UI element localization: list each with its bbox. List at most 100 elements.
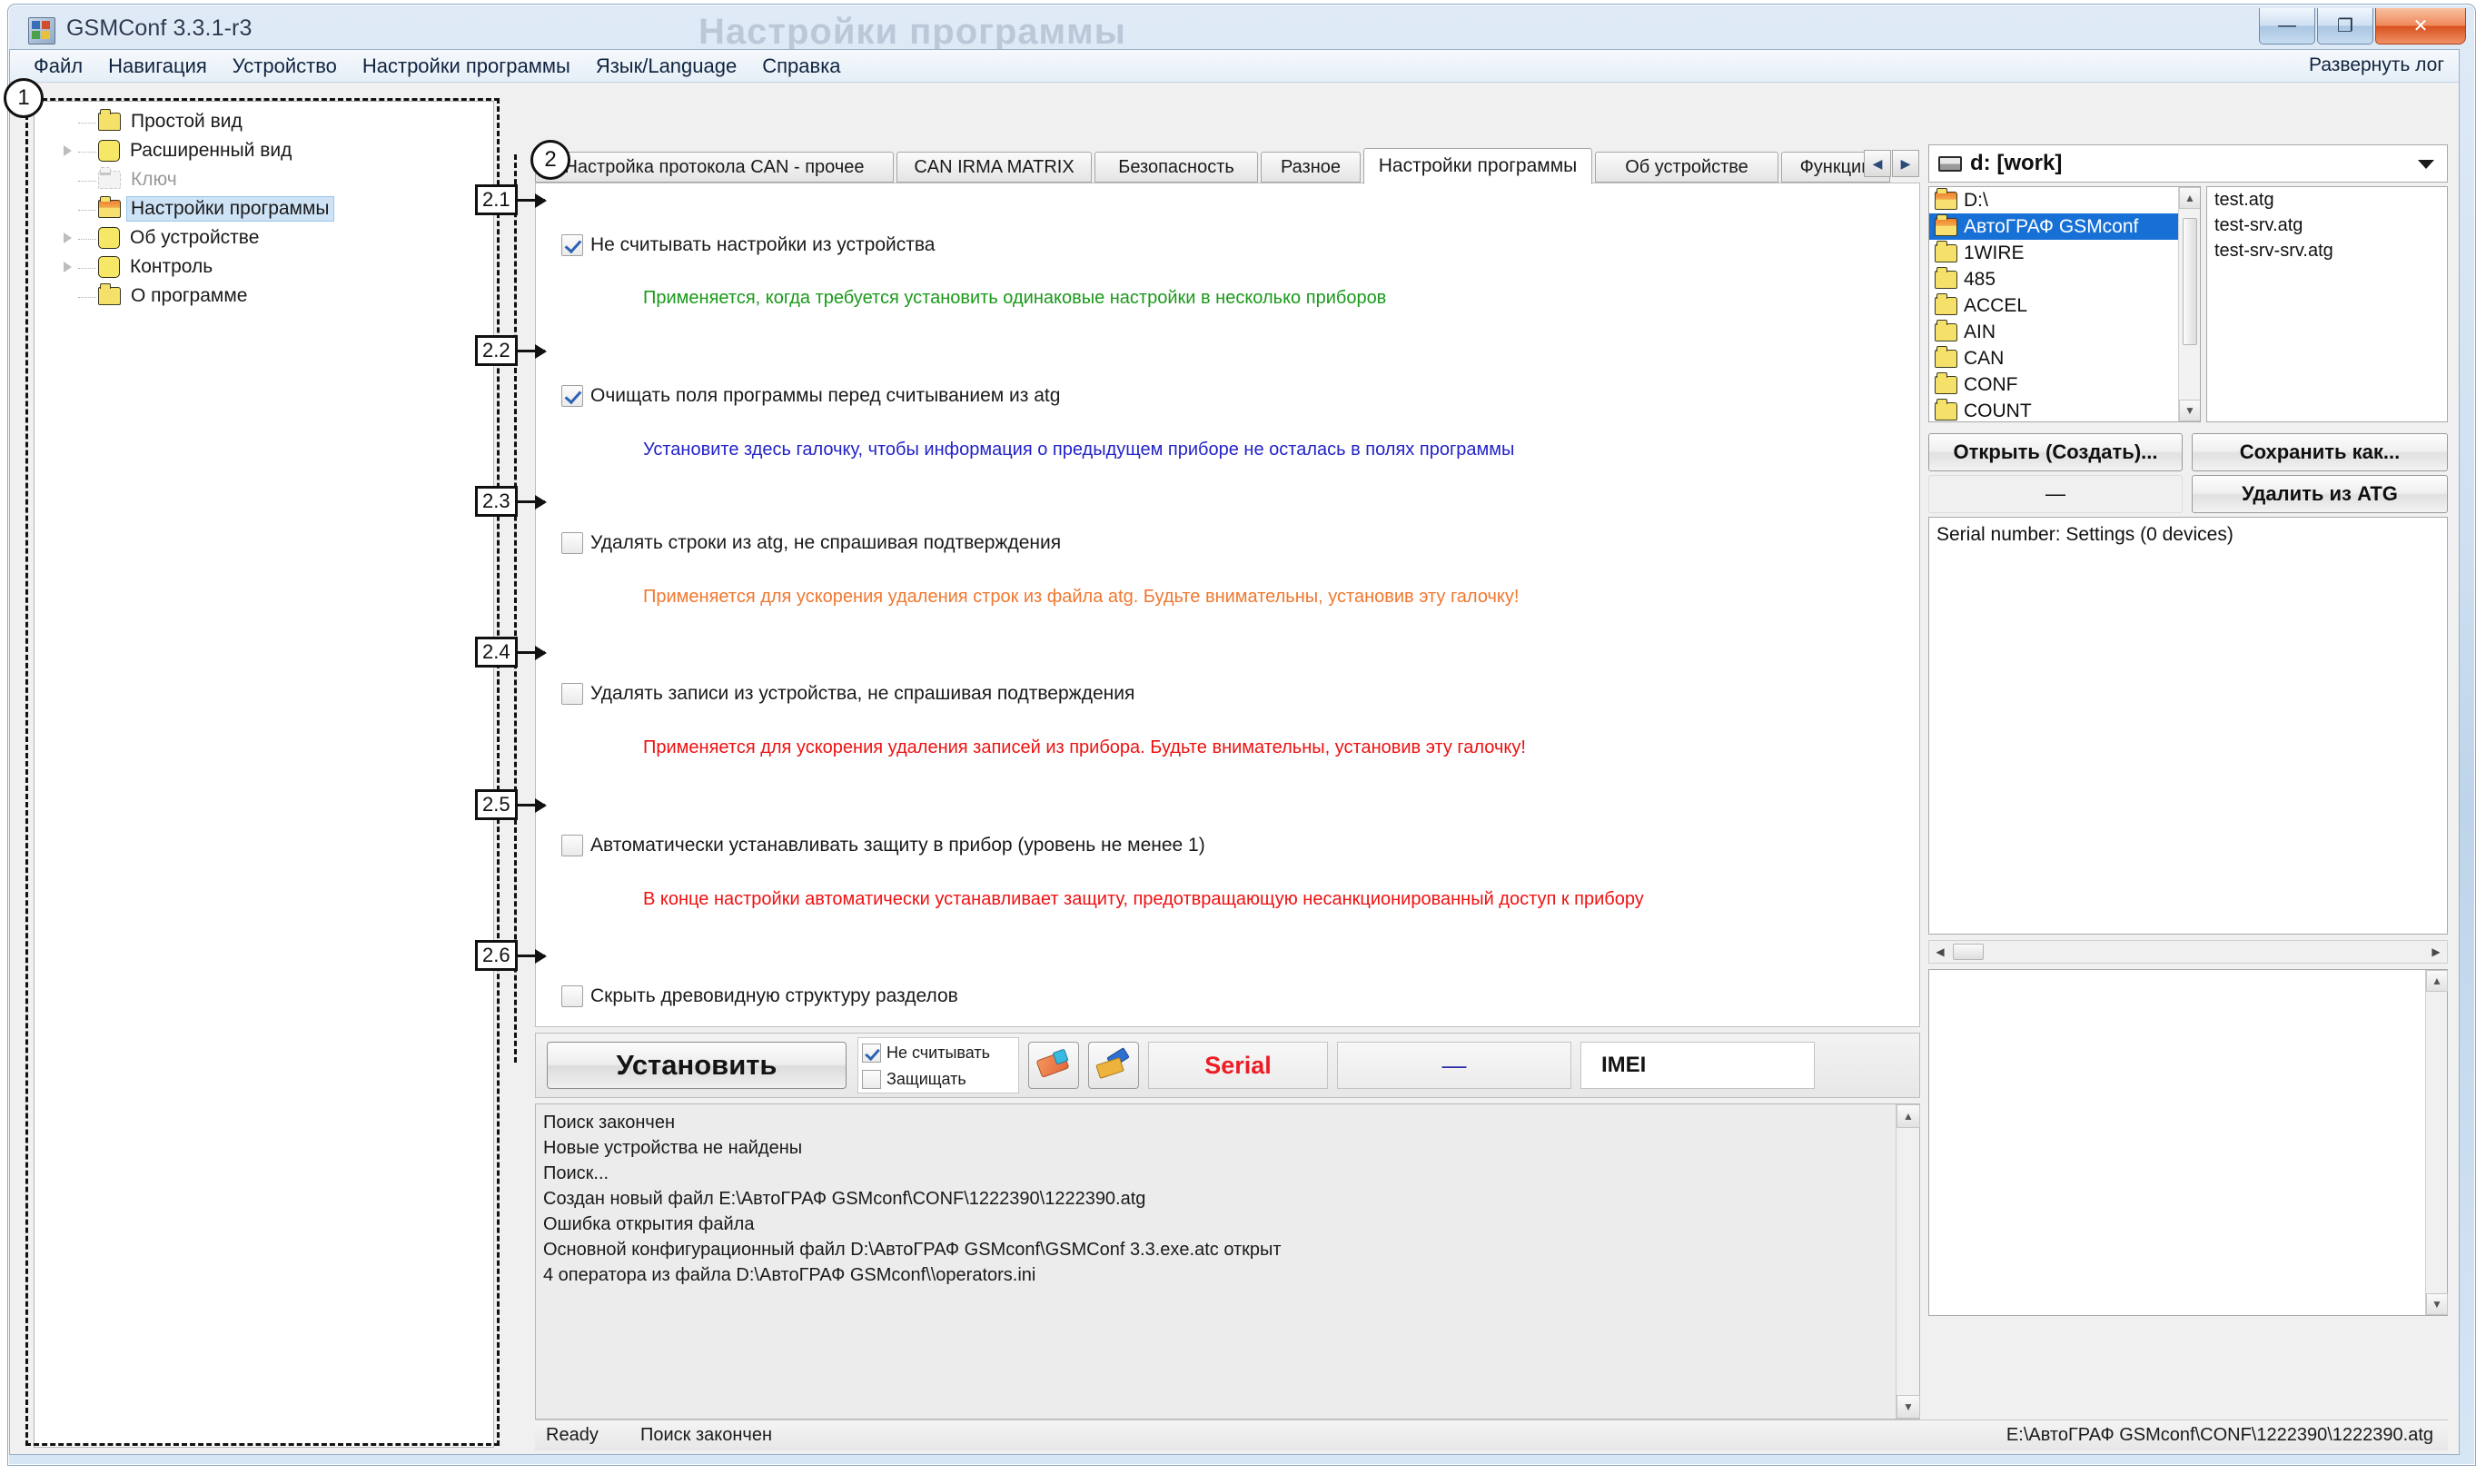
menu-item-language[interactable]: Язык/Language [583, 51, 749, 82]
tab-about-device[interactable]: Об устройстве [1595, 152, 1778, 183]
tree-expander [58, 113, 76, 131]
install-button[interactable]: Установить [547, 1042, 847, 1089]
directory-row-selected[interactable]: АвтоГРАФ GSMconf [1929, 213, 2200, 240]
tab-can-protocol-other[interactable]: Настройка протокола CAN - прочее [535, 152, 894, 183]
callout-marker-2-5: 2.5 [475, 789, 518, 820]
tab-misc[interactable]: Разное [1261, 152, 1361, 183]
value-field[interactable]: — [1337, 1042, 1571, 1089]
file-row[interactable]: test-srv-srv.atg [2207, 241, 2447, 266]
checkbox-delete-records-no-confirm[interactable] [561, 683, 583, 705]
folder-open-icon [98, 196, 121, 218]
eraser-button[interactable] [1028, 1042, 1079, 1089]
scroll-up-icon[interactable]: ▲ [2426, 970, 2448, 992]
tree-expander-icon[interactable] [58, 142, 76, 160]
directory-row[interactable]: AIN [1929, 319, 2200, 345]
scroll-up-icon[interactable]: ▲ [1897, 1104, 1920, 1128]
tree-item-about-device[interactable]: Об устройстве [35, 223, 493, 252]
tab-scroll-right-button[interactable]: ▶ [1892, 150, 1919, 177]
checkbox-delete-rows-no-confirm[interactable] [561, 532, 583, 554]
navigation-tree[interactable]: Простой вид Расширенный вид Ключ Настрой… [34, 101, 494, 1448]
tab-security[interactable]: Безопасность [1094, 152, 1258, 183]
tree-item-program-settings[interactable]: Настройки программы [35, 194, 493, 223]
imei-field[interactable]: IMEI [1580, 1042, 1815, 1089]
checkbox-mini-protect[interactable] [862, 1070, 881, 1089]
file-row[interactable]: test-srv.atg [2207, 215, 2447, 241]
option-row-auto-protection[interactable]: Автоматически устанавливать защиту в при… [561, 835, 1205, 856]
menu-item-help[interactable]: Справка [749, 51, 853, 82]
checkbox-auto-protection[interactable] [561, 835, 583, 856]
tree-item-about-program[interactable]: О программе [35, 282, 493, 311]
folder-ghost-icon [98, 167, 121, 189]
scroll-down-icon[interactable]: ▼ [2179, 400, 2200, 421]
tree-expander-icon[interactable] [58, 229, 76, 247]
menu-item-navigation[interactable]: Навигация [95, 51, 220, 82]
directory-row[interactable]: CONF [1929, 371, 2200, 398]
expand-log-link[interactable]: Развернуть лог [2309, 54, 2444, 76]
scroll-down-icon[interactable]: ▼ [1897, 1395, 1920, 1419]
option-row-clear-fields[interactable]: Очищать поля программы перед считыванием… [561, 385, 1060, 407]
tab-can-irma-matrix[interactable]: CAN IRMA MATRIX [896, 152, 1092, 183]
tree-item-key[interactable]: Ключ [35, 165, 493, 194]
tree-item-simple-view[interactable]: Простой вид [35, 107, 493, 136]
scroll-right-icon[interactable]: ▶ [2425, 941, 2447, 963]
horizontal-scrollbar[interactable]: ◀ ▶ [1928, 940, 2448, 964]
tree-item-label: Простой вид [131, 111, 243, 132]
serial-field[interactable]: Serial [1148, 1042, 1328, 1089]
checkbox-no-read-settings[interactable] [561, 234, 583, 256]
tree-item-advanced-view[interactable]: Расширенный вид [35, 136, 493, 165]
menu-item-device[interactable]: Устройство [220, 51, 350, 82]
directory-row[interactable]: D:\ [1929, 187, 2200, 213]
directory-label: D:\ [1964, 189, 1988, 211]
folder-icon [1935, 266, 1957, 289]
minimize-button[interactable]: — [2259, 8, 2315, 45]
directory-label: 485 [1964, 268, 1996, 290]
directory-row[interactable]: CAN [1929, 345, 2200, 371]
menu-item-settings[interactable]: Настройки программы [350, 51, 583, 82]
tree-item-control[interactable]: Контроль [35, 252, 493, 282]
directory-row[interactable]: COUNT [1929, 398, 2200, 421]
blank-button[interactable]: — [1928, 475, 2183, 513]
close-button[interactable]: ✕ [2375, 8, 2466, 45]
option-row-no-read-settings[interactable]: Не считывать настройки из устройства [561, 234, 935, 256]
file-list[interactable]: test.atg test-srv.atg test-srv-srv.atg [2206, 186, 2448, 422]
checkbox-clear-fields[interactable] [561, 385, 583, 407]
clean-button[interactable] [1088, 1042, 1139, 1089]
tree-expander-icon[interactable] [58, 258, 76, 276]
window-title: GSMConf 3.3.1-r3 [66, 15, 253, 41]
checkbox-mini-no-read[interactable] [862, 1044, 881, 1063]
menu-item-file[interactable]: Файл [21, 51, 95, 82]
scroll-down-icon[interactable]: ▼ [2426, 1293, 2448, 1315]
scrollbar-thumb[interactable] [1953, 944, 1984, 960]
open-create-button[interactable]: Открыть (Создать)... [1928, 433, 2183, 471]
option-label: Очищать поля программы перед считыванием… [590, 385, 1061, 406]
folder-icon [1935, 398, 1957, 420]
scroll-left-icon[interactable]: ◀ [1929, 941, 1951, 963]
option-row-delete-rows-no-confirm[interactable]: Удалять строки из atg, не спрашивая подт… [561, 532, 1061, 554]
chevron-down-icon[interactable] [2418, 160, 2434, 169]
secondary-info-panel[interactable]: ▲ ▼ [1928, 969, 2448, 1316]
directory-row[interactable]: ACCEL [1929, 292, 2200, 319]
directory-scrollbar[interactable]: ▲ ▼ [2178, 187, 2200, 421]
scrollbar-thumb[interactable] [2183, 218, 2197, 345]
drive-select[interactable]: d: [work] [1928, 144, 2448, 183]
mini-check-row-no-read[interactable]: Не считывать [862, 1040, 1015, 1066]
delete-from-atg-button[interactable]: Удалить из ATG [2192, 475, 2448, 513]
save-as-button[interactable]: Сохранить как... [2192, 433, 2448, 471]
directory-label: ACCEL [1964, 294, 2028, 316]
option-row-hide-tree[interactable]: Скрыть древовидную структуру разделов [561, 985, 958, 1007]
maximize-button[interactable]: ❐ [2317, 8, 2373, 45]
mini-check-row-protect[interactable]: Защищать [862, 1066, 1015, 1093]
file-row[interactable]: test.atg [2207, 190, 2447, 215]
scroll-up-icon[interactable]: ▲ [2179, 187, 2200, 209]
directory-row[interactable]: 1WIRE [1929, 240, 2200, 266]
log-scrollbar[interactable]: ▲ ▼ [1896, 1104, 1920, 1419]
directory-row[interactable]: 485 [1929, 266, 2200, 292]
tab-program-settings[interactable]: Настройки программы [1363, 148, 1592, 184]
option-row-delete-records-no-confirm[interactable]: Удалять записи из устройства, не спрашив… [561, 683, 1134, 705]
tab-scroll-left-button[interactable]: ◀ [1864, 150, 1891, 177]
serial-info-panel: Serial number: Settings (0 devices) [1928, 517, 2448, 935]
checkbox-hide-tree[interactable] [561, 985, 583, 1007]
directory-list[interactable]: D:\ АвтоГРАФ GSMconf 1WIRE 485 ACCEL AIN… [1928, 186, 2201, 422]
secondary-scrollbar[interactable]: ▲ ▼ [2425, 970, 2448, 1315]
log-panel[interactable]: Поиск закончен Новые устройства не найде… [535, 1103, 1920, 1420]
